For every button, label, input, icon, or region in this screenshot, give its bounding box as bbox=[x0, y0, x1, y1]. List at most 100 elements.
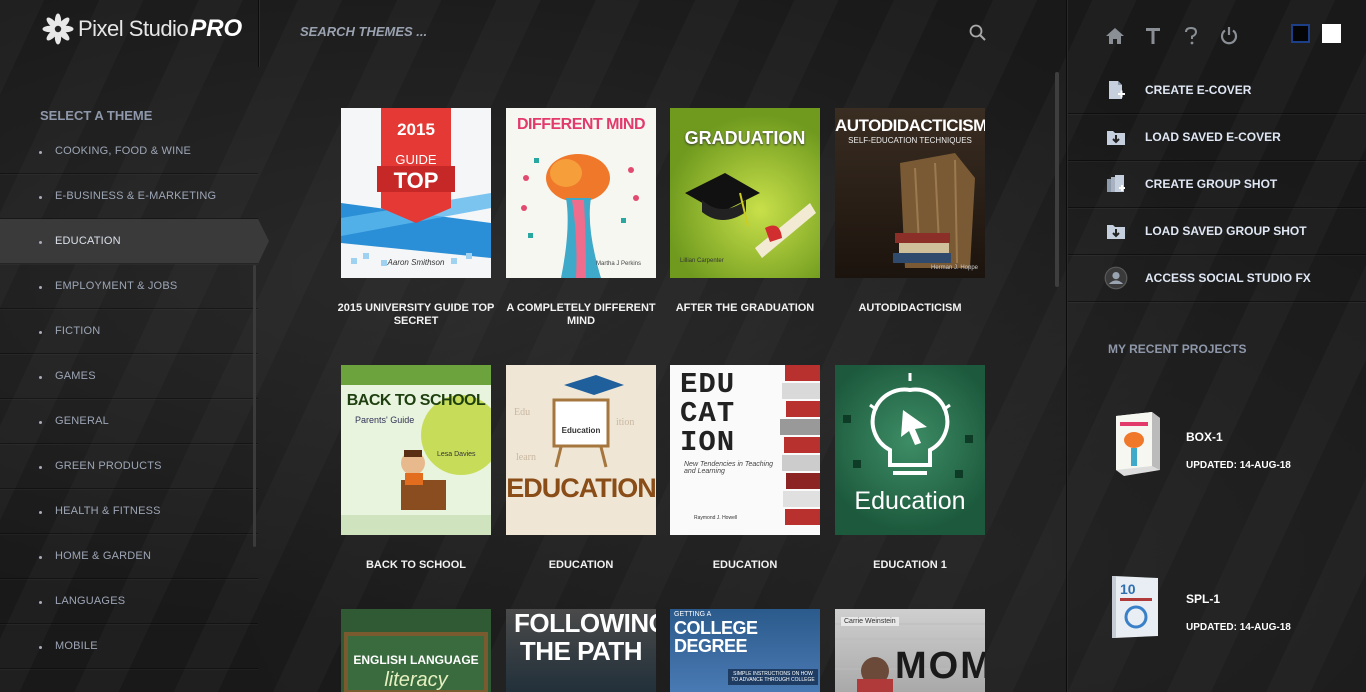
power-icon[interactable] bbox=[1218, 25, 1240, 47]
sidebar-item-ebusiness[interactable]: E-BUSINESS & E-MARKETING bbox=[0, 174, 258, 219]
cover-image: GETTING A COLLEGE DEGREE SIMPLE INSTRUCT… bbox=[670, 609, 820, 692]
theme-card[interactable]: FOLLOWING THE PATH bbox=[506, 609, 656, 692]
sidebar-item-label: MOBILE bbox=[55, 640, 98, 652]
search-icon[interactable] bbox=[968, 23, 988, 43]
theme-title: EDUCATION bbox=[712, 559, 778, 571]
theme-card[interactable]: Edu ition learn Education EDUCATION EDUCAT… bbox=[506, 365, 656, 572]
bullet-icon bbox=[39, 556, 42, 559]
cover-text: literacy bbox=[384, 669, 448, 691]
logo-pro: PRO bbox=[190, 15, 243, 42]
new-file-icon bbox=[1109, 81, 1125, 99]
theme-list: COOKING, FOOD & WINE E-BUSINESS & E-MARK… bbox=[0, 129, 269, 669]
text-icon[interactable] bbox=[1142, 25, 1164, 47]
load-group-shot-button[interactable]: LOAD SAVED GROUP SHOT bbox=[1068, 208, 1366, 255]
cover-image: FOLLOWING THE PATH bbox=[506, 609, 656, 692]
sidebar-item-label: EMPLOYMENT & JOBS bbox=[55, 280, 178, 292]
cover-image: DIFFERENT MIND Martha J Perkins bbox=[506, 108, 656, 278]
theme-card[interactable]: AUTODIDACTICISM SELF-EDUCATION TECHNIQUE… bbox=[835, 108, 985, 315]
sidebar-item-mobile[interactable]: MOBILE bbox=[0, 624, 258, 669]
svg-text:10: 10 bbox=[1120, 581, 1136, 597]
social-studio-fx-button[interactable]: ACCESS SOCIAL STUDIO FX bbox=[1068, 255, 1366, 302]
sidebar-item-label: FICTION bbox=[55, 325, 101, 337]
home-icon[interactable] bbox=[1104, 25, 1126, 47]
sidebar-item-label: LANGUAGES bbox=[55, 595, 126, 607]
cover-text: EDU CAT ION bbox=[680, 368, 736, 459]
cover-author: Lillian Carpenter bbox=[680, 258, 724, 264]
dark-theme-swatch[interactable] bbox=[1291, 24, 1310, 43]
cover-text: Carrie Weinstein bbox=[841, 617, 899, 626]
cover-image: Edu ition learn Education EDUCATION bbox=[506, 365, 656, 535]
load-ecover-button[interactable]: LOAD SAVED E-COVER bbox=[1068, 114, 1366, 161]
search-bar bbox=[300, 23, 990, 45]
svg-text:Edu: Edu bbox=[514, 407, 530, 418]
cover-text: SIMPLE INSTRUCTIONS ON HOW TO ADVANCE TH… bbox=[728, 669, 818, 685]
sidebar-item-label: HOME & GARDEN bbox=[55, 550, 152, 562]
create-group-shot-button[interactable]: CREATE GROUP SHOT bbox=[1068, 161, 1366, 208]
theme-card[interactable]: DIFFERENT MIND Martha J Perkins A COMPLE… bbox=[506, 108, 656, 328]
sidebar-item-health[interactable]: HEALTH & FITNESS bbox=[0, 489, 258, 534]
cover-image: EDU CAT ION New Tendencies in Teaching a… bbox=[670, 365, 820, 535]
sidebar-item-cooking[interactable]: COOKING, FOOD & WINE bbox=[0, 129, 258, 174]
cover-text: Education bbox=[561, 426, 601, 435]
search-input[interactable] bbox=[300, 24, 900, 39]
bullet-icon bbox=[39, 421, 42, 424]
theme-card[interactable]: GETTING A COLLEGE DEGREE SIMPLE INSTRUCT… bbox=[670, 609, 820, 692]
sidebar-item-languages[interactable]: LANGUAGES bbox=[0, 579, 258, 624]
theme-card[interactable]: 2015 GUIDE TOP Aaron Smithson 2015 UNIVE… bbox=[338, 108, 494, 328]
theme-card[interactable]: GRADUATION Lillian Carpenter AFTER THE G… bbox=[670, 108, 820, 315]
sidebar-item-education[interactable]: EDUCATION bbox=[0, 219, 269, 264]
sidebar-item-general[interactable]: GENERAL bbox=[0, 399, 258, 444]
bullet-icon bbox=[39, 466, 42, 469]
theme-title: BACK TO SCHOOL bbox=[365, 559, 467, 571]
cover-image: BACK TO SCHOOL Parents' Guide Lesa Davie… bbox=[341, 365, 491, 535]
theme-title: EDUCATION 1 bbox=[873, 559, 947, 571]
grid-scrollbar[interactable] bbox=[1055, 72, 1059, 287]
project-thumbnail: 10 bbox=[1112, 576, 1158, 638]
theme-card[interactable]: Carrie Weinstein MOM bbox=[835, 609, 985, 692]
cover-author: Herman J. Hoppe bbox=[931, 265, 979, 271]
sidebar-item-employment[interactable]: EMPLOYMENT & JOBS bbox=[0, 264, 258, 309]
bullet-icon bbox=[39, 196, 42, 199]
cover-text: 2015 bbox=[397, 120, 435, 139]
cover-text: DIFFERENT MIND bbox=[516, 116, 646, 133]
theme-title: AUTODIDACTICISM bbox=[858, 302, 962, 314]
recent-projects-title: MY RECENT PROJECTS bbox=[1108, 342, 1247, 356]
recent-project[interactable]: 10 SPL-1 UPDATED: 14-AUG-18 bbox=[1108, 572, 1348, 652]
cover-text: TOP bbox=[393, 168, 439, 193]
social-fx-icon bbox=[1104, 266, 1128, 290]
app-logo[interactable]: Pixel Studio PRO bbox=[42, 12, 242, 46]
sidebar-item-label: E-BUSINESS & E-MARKETING bbox=[55, 190, 217, 202]
load-folder-icon bbox=[1107, 225, 1125, 239]
help-icon[interactable] bbox=[1180, 25, 1202, 47]
recent-project[interactable]: BOX-1 UPDATED: 14-AUG-18 bbox=[1108, 410, 1348, 490]
sidebar-item-label: GREEN PRODUCTS bbox=[55, 460, 162, 472]
group-files-icon bbox=[1107, 175, 1125, 192]
bullet-icon bbox=[39, 376, 42, 379]
cover-image: Education bbox=[835, 365, 985, 535]
sidebar-title: SELECT A THEME bbox=[40, 108, 153, 123]
sidebar-item-label: COOKING, FOOD & WINE bbox=[55, 145, 192, 157]
cover-text: BACK TO SCHOOL bbox=[346, 392, 486, 409]
action-label: CREATE GROUP SHOT bbox=[1145, 177, 1278, 191]
theme-card[interactable]: ENGLISH LANGUAGE literacy bbox=[341, 609, 491, 692]
cover-image: ENGLISH LANGUAGE literacy bbox=[341, 609, 491, 692]
sidebar-item-label: HEALTH & FITNESS bbox=[55, 505, 161, 517]
cover-text: Parents' Guide bbox=[355, 415, 415, 425]
sidebar-item-fiction[interactable]: FICTION bbox=[0, 309, 258, 354]
theme-card[interactable]: Education EDUCATION 1 bbox=[835, 365, 985, 572]
sidebar-item-games[interactable]: GAMES bbox=[0, 354, 258, 399]
sidebar-item-label: EDUCATION bbox=[55, 235, 121, 247]
create-ecover-button[interactable]: CREATE E-COVER bbox=[1068, 67, 1366, 114]
sidebar-scrollbar[interactable] bbox=[253, 265, 256, 547]
bullet-icon bbox=[39, 151, 42, 154]
theme-sidebar: SELECT A THEME COOKING, FOOD & WINE E-BU… bbox=[0, 67, 269, 692]
theme-card[interactable]: BACK TO SCHOOL Parents' Guide Lesa Davie… bbox=[341, 365, 491, 572]
cover-text: COLLEGE DEGREE bbox=[674, 618, 758, 656]
sidebar-item-label: GENERAL bbox=[55, 415, 109, 427]
light-theme-swatch[interactable] bbox=[1322, 24, 1341, 43]
sidebar-item-green-products[interactable]: GREEN PRODUCTS bbox=[0, 444, 258, 489]
cover-image: Carrie Weinstein MOM bbox=[835, 609, 985, 692]
sidebar-item-home-garden[interactable]: HOME & GARDEN bbox=[0, 534, 258, 579]
theme-card[interactable]: EDU CAT ION New Tendencies in Teaching a… bbox=[670, 365, 820, 572]
cover-author: Raymond J. Howell bbox=[694, 515, 738, 521]
